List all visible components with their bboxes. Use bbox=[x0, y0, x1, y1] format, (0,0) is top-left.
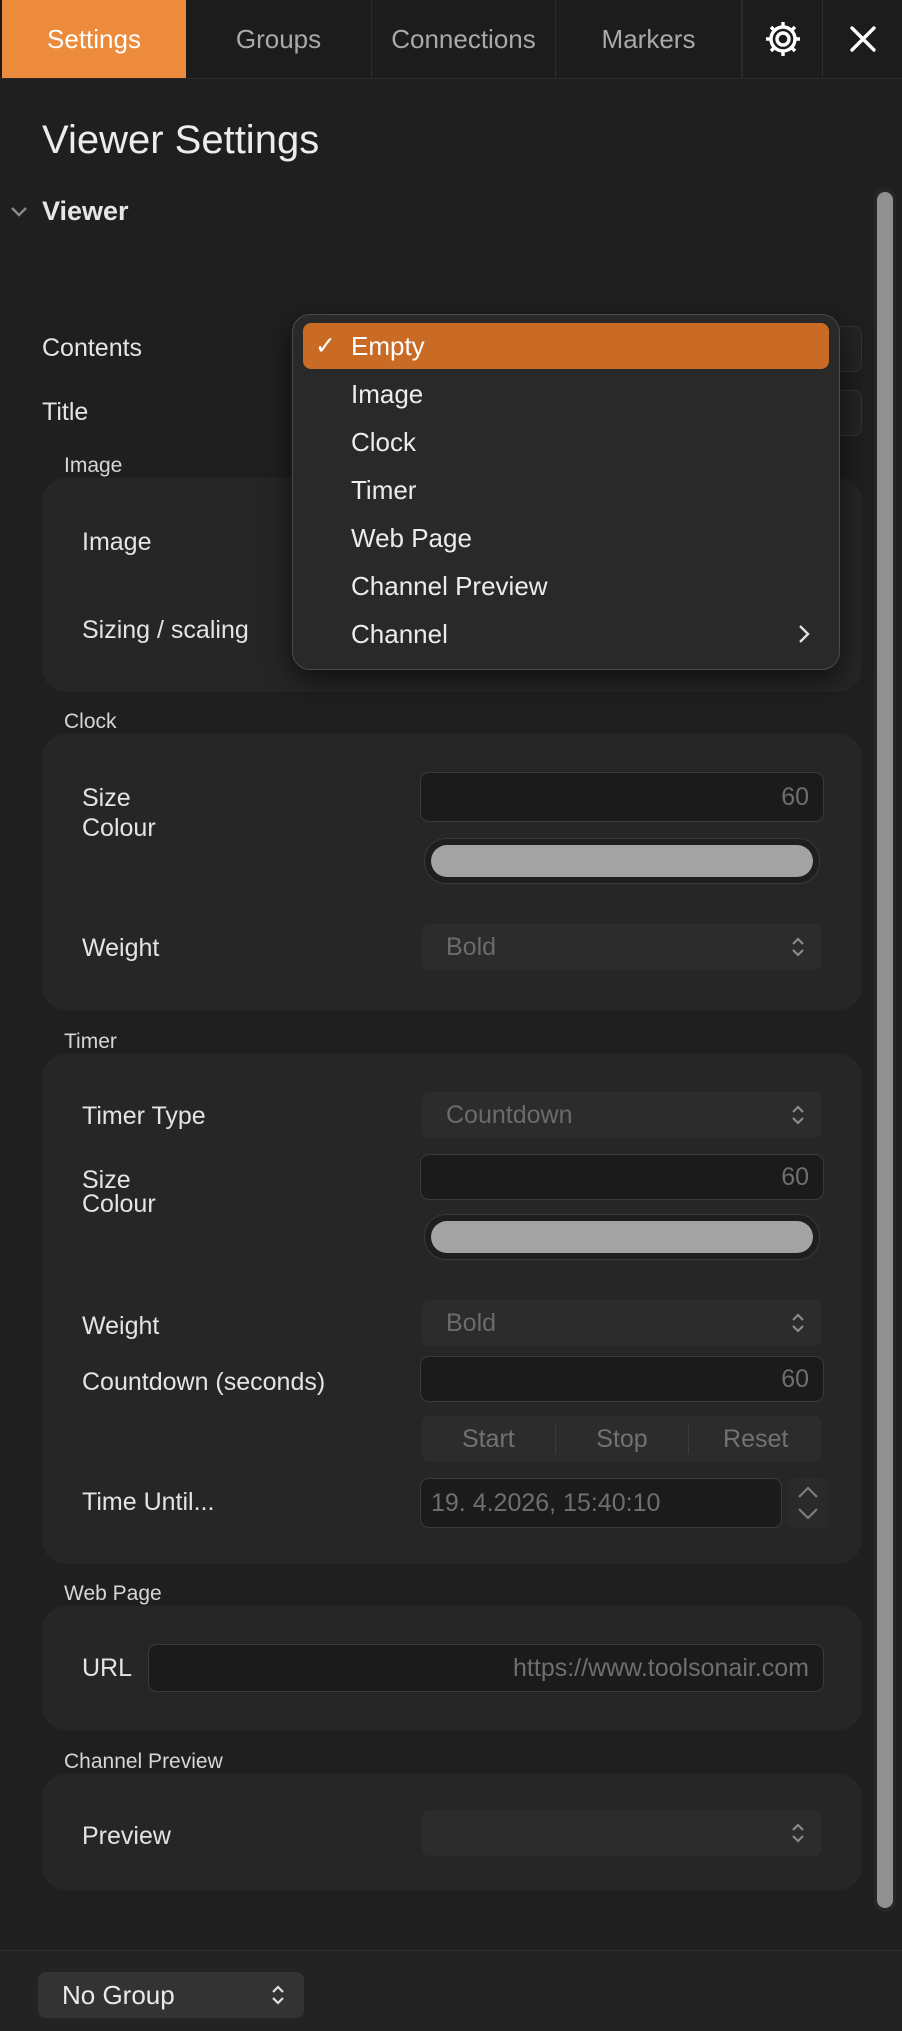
url-value: https://www.toolsonair.com bbox=[513, 1653, 809, 1682]
menu-item-label: Timer bbox=[351, 474, 417, 505]
tab-groups-label: Groups bbox=[235, 23, 322, 54]
timer-colour-swatch bbox=[431, 1221, 813, 1253]
gear-icon bbox=[765, 22, 800, 56]
reset-button[interactable]: Reset bbox=[689, 1425, 822, 1454]
menu-item-label: Channel bbox=[351, 618, 448, 649]
up-down-arrows-icon bbox=[792, 1313, 804, 1333]
clock-group-heading: Clock bbox=[64, 710, 117, 733]
time-until-stepper[interactable] bbox=[788, 1478, 828, 1528]
page-title: Viewer Settings bbox=[42, 118, 320, 162]
time-until-value: 19. 4.2026, 15:40:10 bbox=[431, 1488, 661, 1517]
time-until-field[interactable]: 19. 4.2026, 15:40:10 bbox=[420, 1478, 782, 1528]
menu-item-image[interactable]: Image bbox=[303, 371, 829, 417]
sizing-label: Sizing / scaling bbox=[82, 616, 249, 644]
tab-markers[interactable]: Markers bbox=[556, 0, 742, 78]
checkmark-icon: ✓ bbox=[315, 332, 336, 360]
timer-controls: Start Stop Reset bbox=[422, 1416, 822, 1462]
preview-label: Preview bbox=[82, 1822, 171, 1850]
timer-type-value: Countdown bbox=[446, 1100, 573, 1129]
image-label: Image bbox=[82, 528, 152, 556]
clock-weight-value: Bold bbox=[446, 932, 497, 961]
stop-button[interactable]: Stop bbox=[556, 1424, 690, 1454]
tab-markers-label: Markers bbox=[601, 23, 696, 54]
timer-colour-well[interactable] bbox=[424, 1214, 820, 1260]
group-select-value: No Group bbox=[62, 1979, 175, 2010]
image-group-heading: Image bbox=[64, 454, 123, 477]
menu-item-web-page[interactable]: Web Page bbox=[303, 515, 829, 561]
group-select[interactable]: No Group bbox=[38, 1972, 304, 2018]
menu-item-empty[interactable]: ✓ Empty bbox=[303, 323, 829, 369]
settings-gear-button[interactable] bbox=[742, 0, 822, 78]
timer-weight-value: Bold bbox=[446, 1308, 497, 1337]
menu-item-timer[interactable]: Timer bbox=[303, 467, 829, 513]
timer-weight-label: Weight bbox=[82, 1312, 160, 1340]
menu-item-label: Image bbox=[351, 378, 424, 409]
close-icon bbox=[849, 26, 876, 52]
timer-colour-label: Colour bbox=[82, 1190, 156, 1218]
clock-size-field[interactable]: 60 bbox=[420, 772, 824, 822]
clock-colour-well[interactable] bbox=[424, 838, 820, 884]
menu-item-label: Empty bbox=[351, 330, 425, 361]
countdown-field[interactable]: 60 bbox=[420, 1356, 824, 1402]
tab-settings-label: Settings bbox=[47, 23, 141, 54]
countdown-value: 60 bbox=[781, 1364, 809, 1393]
menu-item-channel[interactable]: Channel bbox=[303, 611, 829, 657]
url-field[interactable]: https://www.toolsonair.com bbox=[148, 1644, 824, 1692]
clock-weight-select[interactable]: Bold bbox=[422, 924, 822, 970]
timer-size-field[interactable]: 60 bbox=[420, 1154, 824, 1200]
countdown-label: Countdown (seconds) bbox=[82, 1368, 326, 1396]
channel-preview-group-heading: Channel Preview bbox=[64, 1750, 223, 1773]
up-down-arrows-icon bbox=[792, 1105, 804, 1125]
stepper-arrows-icon bbox=[798, 1486, 818, 1520]
menu-item-label: Web Page bbox=[351, 522, 472, 553]
tab-bar: Settings Groups Connections Markers bbox=[0, 0, 902, 79]
tab-settings[interactable]: Settings bbox=[2, 0, 186, 78]
menu-item-channel-preview[interactable]: Channel Preview bbox=[303, 563, 829, 609]
clock-size-value: 60 bbox=[781, 782, 809, 811]
timer-size-value: 60 bbox=[781, 1162, 809, 1191]
clock-weight-label: Weight bbox=[82, 934, 160, 962]
clock-size-label: Size bbox=[82, 784, 131, 812]
start-button[interactable]: Start bbox=[422, 1424, 556, 1454]
tab-connections-label: Connections bbox=[391, 23, 536, 54]
close-button[interactable] bbox=[822, 0, 902, 78]
up-down-arrows-icon bbox=[792, 1823, 804, 1843]
preview-select[interactable] bbox=[422, 1810, 822, 1856]
section-label: Viewer bbox=[42, 196, 129, 226]
menu-item-clock[interactable]: Clock bbox=[303, 419, 829, 465]
tab-groups[interactable]: Groups bbox=[186, 0, 372, 78]
timer-group-heading: Timer bbox=[64, 1030, 117, 1053]
up-down-arrows-icon bbox=[792, 937, 804, 957]
clock-colour-swatch bbox=[431, 845, 813, 877]
chevron-right-icon bbox=[799, 625, 810, 643]
up-down-arrows-icon bbox=[272, 1985, 284, 2005]
scrollbar-thumb[interactable] bbox=[877, 192, 893, 1908]
tab-connections[interactable]: Connections bbox=[372, 0, 556, 78]
timer-type-select[interactable]: Countdown bbox=[422, 1092, 822, 1138]
menu-item-label: Clock bbox=[351, 426, 417, 457]
clock-colour-label: Colour bbox=[82, 814, 156, 842]
web-group-heading: Web Page bbox=[64, 1582, 162, 1605]
title-label: Title bbox=[42, 398, 89, 426]
url-label: URL bbox=[82, 1654, 133, 1682]
viewer-section-toggle[interactable]: Viewer bbox=[10, 196, 129, 227]
menu-item-label: Channel Preview bbox=[351, 570, 548, 601]
contents-dropdown-menu: ✓ Empty Image Clock Timer Web Page Chann… bbox=[292, 314, 840, 670]
timer-type-label: Timer Type bbox=[82, 1102, 206, 1130]
time-until-label: Time Until... bbox=[82, 1488, 215, 1516]
contents-label: Contents bbox=[42, 334, 143, 362]
timer-weight-select[interactable]: Bold bbox=[422, 1300, 822, 1346]
chevron-down-icon bbox=[11, 206, 27, 217]
